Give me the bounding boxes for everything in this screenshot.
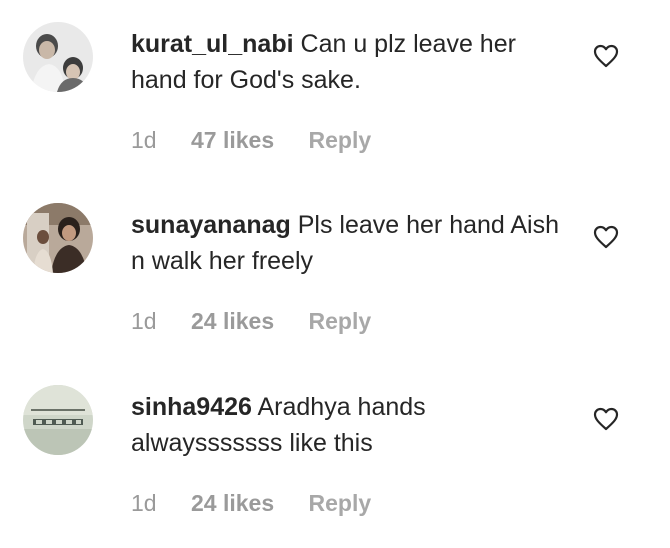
reply-button[interactable]: Reply bbox=[309, 308, 372, 334]
like-button[interactable] bbox=[593, 225, 619, 249]
reply-button[interactable]: Reply bbox=[309, 127, 372, 153]
user-avatar[interactable] bbox=[23, 22, 93, 92]
comment-username[interactable]: kurat_ul_nabi bbox=[131, 30, 294, 58]
comment-meta: 1d 24 likes Reply bbox=[131, 490, 399, 517]
comment-likes-count[interactable]: 47 likes bbox=[191, 127, 274, 153]
comment-item: sunayananag Pls leave her hand Aish n wa… bbox=[0, 181, 670, 362]
reply-button[interactable]: Reply bbox=[309, 490, 372, 516]
comment-time: 1d bbox=[131, 308, 157, 334]
like-button[interactable] bbox=[593, 44, 619, 68]
comment-time: 1d bbox=[131, 490, 157, 516]
avatar-photo-icon bbox=[23, 22, 93, 92]
heart-outline-icon bbox=[593, 407, 619, 431]
comment-meta: 1d 47 likes Reply bbox=[131, 127, 399, 154]
heart-outline-icon bbox=[593, 44, 619, 68]
comment-username[interactable]: sunayananag bbox=[131, 211, 291, 239]
comment-likes-count[interactable]: 24 likes bbox=[191, 308, 274, 334]
comment-item: kurat_ul_nabi Can u plz leave her hand f… bbox=[0, 0, 670, 181]
comment-likes-count[interactable]: 24 likes bbox=[191, 490, 274, 516]
comment-meta: 1d 24 likes Reply bbox=[131, 308, 399, 335]
comment-body: sinha9426 Aradhya hands alwaysssssss lik… bbox=[131, 389, 571, 461]
user-avatar[interactable] bbox=[23, 203, 93, 273]
avatar-photo-icon bbox=[23, 385, 93, 455]
like-button[interactable] bbox=[593, 407, 619, 431]
comment-time: 1d bbox=[131, 127, 157, 153]
avatar-photo-icon bbox=[23, 203, 93, 273]
comment-body: kurat_ul_nabi Can u plz leave her hand f… bbox=[131, 26, 571, 98]
comment-body: sunayananag Pls leave her hand Aish n wa… bbox=[131, 207, 571, 279]
comment-item: sinha9426 Aradhya hands alwaysssssss lik… bbox=[0, 363, 670, 544]
comment-list: kurat_ul_nabi Can u plz leave her hand f… bbox=[0, 0, 670, 548]
heart-outline-icon bbox=[593, 225, 619, 249]
comment-username[interactable]: sinha9426 bbox=[131, 393, 252, 421]
user-avatar[interactable] bbox=[23, 385, 93, 455]
